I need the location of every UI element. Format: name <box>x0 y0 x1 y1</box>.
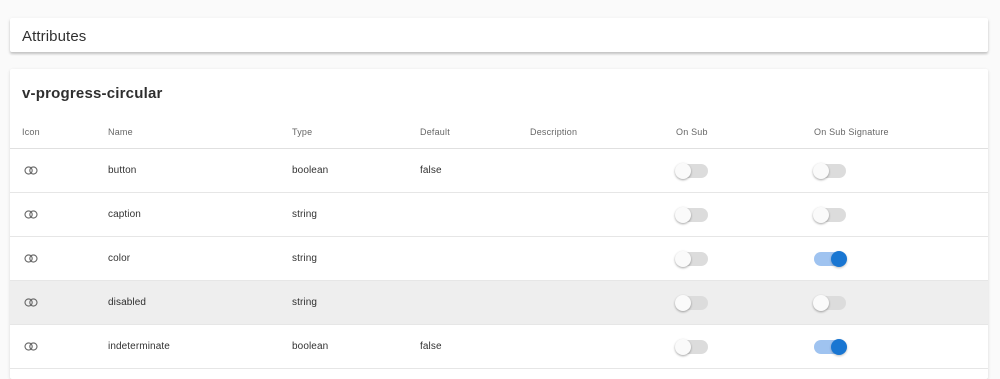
column-header-on-sub-signature[interactable]: On Sub Signature <box>814 115 988 149</box>
on-sub-signature-cell <box>814 324 988 369</box>
default-cell <box>420 236 530 281</box>
rings-icon <box>24 254 38 263</box>
column-header-default[interactable]: Default <box>420 115 530 149</box>
toggle-knob <box>675 250 691 267</box>
on-sub-cell <box>675 148 814 193</box>
table-row[interactable]: indeterminate boolean false <box>10 324 988 369</box>
on-sub-signature-cell <box>813 280 988 325</box>
header-title: Attributes <box>22 28 87 45</box>
toggle-knob <box>675 206 691 223</box>
on-sub-signature-cell <box>813 148 988 193</box>
type-cell: boolean <box>292 324 420 369</box>
on-sub-cell <box>675 192 814 237</box>
component-title: v-progress-circular <box>22 85 163 102</box>
default-cell <box>420 192 530 237</box>
description-cell <box>530 148 676 193</box>
on-sub-cell <box>675 280 814 325</box>
on-sub-signature-cell <box>813 192 988 237</box>
name-cell: indeterminate <box>108 324 292 369</box>
column-header-type[interactable]: Type <box>292 115 420 149</box>
toggle-knob <box>831 338 847 355</box>
column-header-description[interactable]: Description <box>530 115 676 149</box>
table-row[interactable]: button boolean false <box>10 148 988 193</box>
rings-icon <box>24 166 38 175</box>
toggle-knob <box>831 250 847 267</box>
on-sub-signature-cell <box>814 236 988 281</box>
toggle-knob <box>675 294 691 311</box>
toggle-knob <box>813 206 829 223</box>
on-sub-toggle[interactable] <box>675 206 708 223</box>
table-header-row: Icon Name Type Default Description On Su… <box>10 115 988 149</box>
on-sub-signature-toggle[interactable] <box>813 206 846 223</box>
name-cell: disabled <box>108 280 292 325</box>
description-cell <box>530 192 676 237</box>
rings-icon <box>24 210 38 219</box>
rings-icon <box>24 342 38 351</box>
toggle-knob <box>675 338 691 355</box>
icon-cell <box>10 324 108 369</box>
type-cell: string <box>292 192 420 237</box>
icon-cell <box>10 192 108 237</box>
toggle-knob <box>675 162 691 179</box>
name-cell: color <box>108 236 292 281</box>
on-sub-signature-toggle[interactable] <box>813 294 846 311</box>
default-cell <box>420 280 530 325</box>
on-sub-cell <box>675 236 814 281</box>
rings-icon <box>24 298 38 307</box>
icon-cell <box>10 280 108 325</box>
on-sub-signature-toggle[interactable] <box>814 338 847 355</box>
on-sub-toggle[interactable] <box>675 294 708 311</box>
on-sub-toggle[interactable] <box>675 250 708 267</box>
on-sub-signature-toggle[interactable] <box>813 162 846 179</box>
description-cell <box>530 280 676 325</box>
table-row[interactable]: color string <box>10 236 988 281</box>
column-header-name[interactable]: Name <box>108 115 292 149</box>
column-header-on-sub[interactable]: On Sub <box>676 115 814 149</box>
name-cell: button <box>108 148 292 193</box>
type-cell: string <box>292 280 420 325</box>
type-cell: string <box>292 236 420 281</box>
type-cell: boolean <box>292 148 420 193</box>
top-strip <box>0 0 1000 14</box>
attributes-table: Icon Name Type Default Description On Su… <box>10 115 988 369</box>
icon-cell <box>10 148 108 193</box>
toggle-knob <box>813 294 829 311</box>
toggle-knob <box>813 162 829 179</box>
table-row[interactable]: disabled string <box>10 280 988 325</box>
default-cell: false <box>420 324 530 369</box>
table-row[interactable]: caption string <box>10 192 988 237</box>
description-cell <box>530 236 676 281</box>
on-sub-cell <box>675 324 814 369</box>
on-sub-toggle[interactable] <box>675 338 708 355</box>
on-sub-toggle[interactable] <box>675 162 708 179</box>
icon-cell <box>10 236 108 281</box>
component-card: v-progress-circular Icon Name Type Defau… <box>10 69 988 379</box>
column-header-icon[interactable]: Icon <box>10 115 108 149</box>
attributes-header-card: Attributes <box>10 18 988 52</box>
description-cell <box>530 324 676 369</box>
name-cell: caption <box>108 192 292 237</box>
default-cell: false <box>420 148 530 193</box>
on-sub-signature-toggle[interactable] <box>814 250 847 267</box>
